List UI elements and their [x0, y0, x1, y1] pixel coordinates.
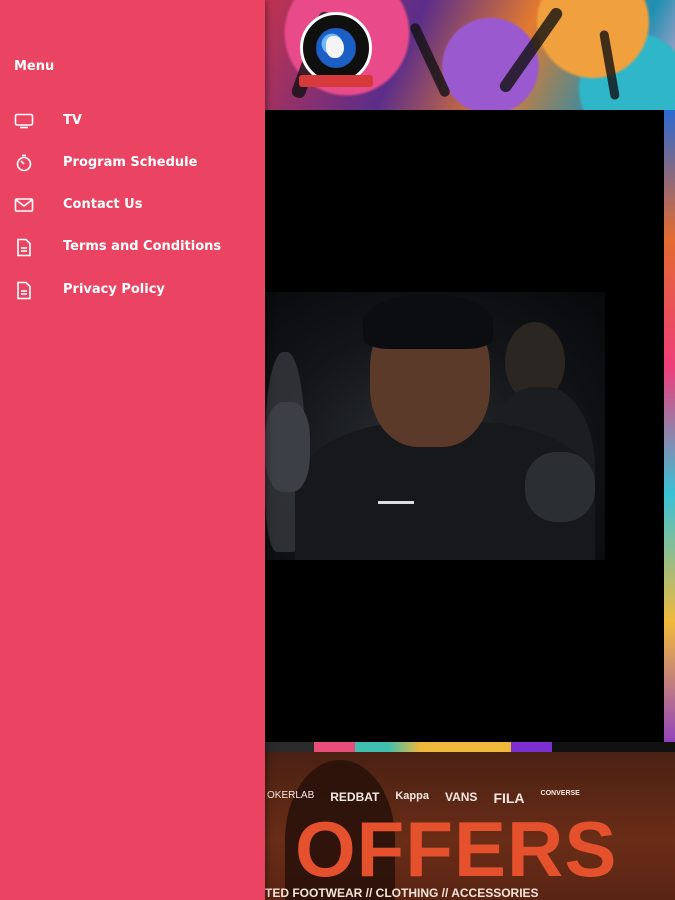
tv-icon: [14, 112, 34, 130]
brand-logo: REDBAT: [330, 790, 380, 804]
menu-item-label: Program Schedule: [63, 155, 198, 170]
promo-headline: OFFERS: [295, 805, 618, 893]
decorative-strip: [664, 110, 675, 750]
brand-logo: OKERLAB: [267, 790, 315, 801]
video-frame[interactable]: [265, 292, 605, 560]
brand-logos: OKERLAB REDBAT Kappa VANS FILA CONVERSE: [265, 790, 675, 806]
bandana: [363, 294, 493, 349]
menu-item-contact-us[interactable]: Contact Us: [0, 188, 265, 222]
brand-logo: CONVERSE: [540, 790, 580, 797]
brand-logo: FILA: [493, 790, 525, 806]
navigation-drawer: Menu TV Program Schedule Contact Us Term…: [0, 0, 265, 900]
menu-item-label: Privacy Policy: [63, 282, 165, 297]
menu-item-privacy-policy[interactable]: Privacy Policy: [0, 273, 265, 307]
globe-icon: [316, 28, 356, 68]
brand-logo: Kappa: [395, 790, 429, 802]
menu-item-program-schedule[interactable]: Program Schedule: [0, 146, 265, 180]
timer-icon: [14, 154, 34, 172]
promo-divider: [265, 742, 675, 752]
promo-tagline: TED FOOTWEAR // CLOTHING // ACCESSORIES: [265, 886, 539, 900]
mail-icon: [14, 196, 34, 214]
channel-logo[interactable]: [299, 12, 373, 87]
menu-item-terms-and-conditions[interactable]: Terms and Conditions: [0, 230, 265, 264]
brand-logo: VANS: [444, 790, 478, 804]
shoulder-pad: [525, 452, 595, 522]
menu-title: Menu: [14, 59, 55, 74]
menu-item-label: TV: [63, 113, 82, 128]
shoulder-pad: [265, 402, 310, 492]
document-icon: [14, 238, 34, 256]
document-icon: [14, 281, 34, 299]
promo-banner[interactable]: OKERLAB REDBAT Kappa VANS FILA CONVERSE …: [265, 752, 675, 900]
jersey-logo: [378, 487, 414, 504]
menu-item-tv[interactable]: TV: [0, 104, 265, 138]
menu-item-label: Contact Us: [63, 197, 143, 212]
menu-item-label: Terms and Conditions: [63, 239, 222, 254]
logo-ribbon: [299, 75, 373, 87]
